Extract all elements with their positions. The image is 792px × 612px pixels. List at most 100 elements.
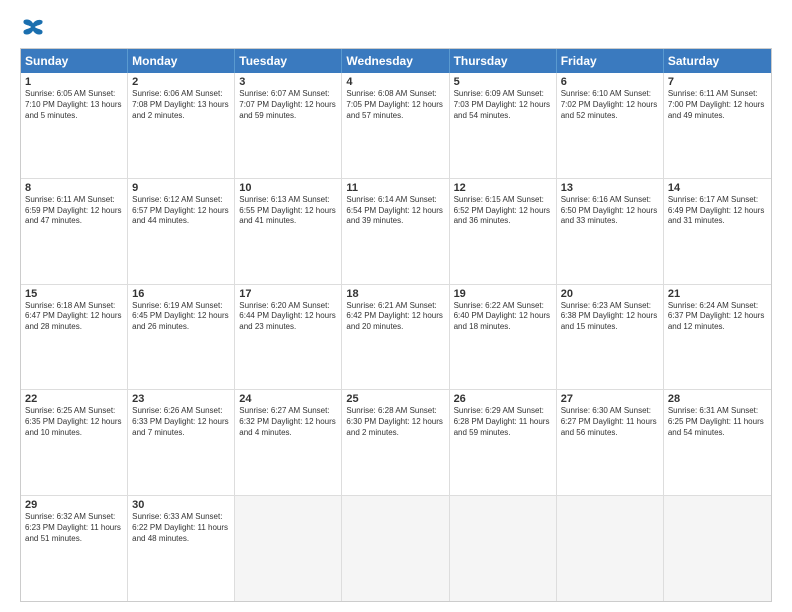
day-number: 13: [561, 182, 659, 194]
day-info: Sunrise: 6:23 AM Sunset: 6:38 PM Dayligh…: [561, 301, 659, 333]
day-cell-23: 23Sunrise: 6:26 AM Sunset: 6:33 PM Dayli…: [128, 390, 235, 495]
day-cell-13: 13Sunrise: 6:16 AM Sunset: 6:50 PM Dayli…: [557, 179, 664, 284]
calendar-week-1: 1Sunrise: 6:05 AM Sunset: 7:10 PM Daylig…: [21, 73, 771, 178]
day-cell-1: 1Sunrise: 6:05 AM Sunset: 7:10 PM Daylig…: [21, 73, 128, 178]
day-number: 15: [25, 288, 123, 300]
day-number: 22: [25, 393, 123, 405]
empty-cell: [235, 496, 342, 601]
day-info: Sunrise: 6:18 AM Sunset: 6:47 PM Dayligh…: [25, 301, 123, 333]
day-number: 26: [454, 393, 552, 405]
day-info: Sunrise: 6:16 AM Sunset: 6:50 PM Dayligh…: [561, 195, 659, 227]
header: [20, 16, 772, 38]
day-cell-18: 18Sunrise: 6:21 AM Sunset: 6:42 PM Dayli…: [342, 285, 449, 390]
day-cell-8: 8Sunrise: 6:11 AM Sunset: 6:59 PM Daylig…: [21, 179, 128, 284]
day-number: 1: [25, 76, 123, 88]
day-number: 6: [561, 76, 659, 88]
logo-bird-icon: [22, 16, 44, 38]
empty-cell: [450, 496, 557, 601]
day-cell-17: 17Sunrise: 6:20 AM Sunset: 6:44 PM Dayli…: [235, 285, 342, 390]
logo: [20, 16, 44, 38]
day-number: 17: [239, 288, 337, 300]
calendar-week-2: 8Sunrise: 6:11 AM Sunset: 6:59 PM Daylig…: [21, 178, 771, 284]
empty-cell: [557, 496, 664, 601]
day-cell-14: 14Sunrise: 6:17 AM Sunset: 6:49 PM Dayli…: [664, 179, 771, 284]
day-info: Sunrise: 6:24 AM Sunset: 6:37 PM Dayligh…: [668, 301, 767, 333]
day-info: Sunrise: 6:09 AM Sunset: 7:03 PM Dayligh…: [454, 89, 552, 121]
day-number: 8: [25, 182, 123, 194]
day-cell-26: 26Sunrise: 6:29 AM Sunset: 6:28 PM Dayli…: [450, 390, 557, 495]
day-number: 11: [346, 182, 444, 194]
day-cell-19: 19Sunrise: 6:22 AM Sunset: 6:40 PM Dayli…: [450, 285, 557, 390]
day-number: 10: [239, 182, 337, 194]
day-info: Sunrise: 6:28 AM Sunset: 6:30 PM Dayligh…: [346, 406, 444, 438]
day-cell-30: 30Sunrise: 6:33 AM Sunset: 6:22 PM Dayli…: [128, 496, 235, 601]
day-cell-3: 3Sunrise: 6:07 AM Sunset: 7:07 PM Daylig…: [235, 73, 342, 178]
header-day-friday: Friday: [557, 49, 664, 73]
day-cell-28: 28Sunrise: 6:31 AM Sunset: 6:25 PM Dayli…: [664, 390, 771, 495]
day-cell-21: 21Sunrise: 6:24 AM Sunset: 6:37 PM Dayli…: [664, 285, 771, 390]
header-day-wednesday: Wednesday: [342, 49, 449, 73]
day-number: 7: [668, 76, 767, 88]
day-info: Sunrise: 6:14 AM Sunset: 6:54 PM Dayligh…: [346, 195, 444, 227]
page: SundayMondayTuesdayWednesdayThursdayFrid…: [0, 0, 792, 612]
day-cell-6: 6Sunrise: 6:10 AM Sunset: 7:02 PM Daylig…: [557, 73, 664, 178]
day-info: Sunrise: 6:26 AM Sunset: 6:33 PM Dayligh…: [132, 406, 230, 438]
day-number: 19: [454, 288, 552, 300]
header-day-tuesday: Tuesday: [235, 49, 342, 73]
empty-cell: [342, 496, 449, 601]
day-info: Sunrise: 6:08 AM Sunset: 7:05 PM Dayligh…: [346, 89, 444, 121]
day-number: 3: [239, 76, 337, 88]
day-number: 21: [668, 288, 767, 300]
day-info: Sunrise: 6:07 AM Sunset: 7:07 PM Dayligh…: [239, 89, 337, 121]
day-info: Sunrise: 6:30 AM Sunset: 6:27 PM Dayligh…: [561, 406, 659, 438]
day-cell-2: 2Sunrise: 6:06 AM Sunset: 7:08 PM Daylig…: [128, 73, 235, 178]
day-info: Sunrise: 6:10 AM Sunset: 7:02 PM Dayligh…: [561, 89, 659, 121]
day-info: Sunrise: 6:11 AM Sunset: 7:00 PM Dayligh…: [668, 89, 767, 121]
day-info: Sunrise: 6:05 AM Sunset: 7:10 PM Dayligh…: [25, 89, 123, 121]
day-number: 5: [454, 76, 552, 88]
day-info: Sunrise: 6:06 AM Sunset: 7:08 PM Dayligh…: [132, 89, 230, 121]
calendar-body: 1Sunrise: 6:05 AM Sunset: 7:10 PM Daylig…: [21, 73, 771, 601]
header-day-sunday: Sunday: [21, 49, 128, 73]
day-cell-9: 9Sunrise: 6:12 AM Sunset: 6:57 PM Daylig…: [128, 179, 235, 284]
day-cell-16: 16Sunrise: 6:19 AM Sunset: 6:45 PM Dayli…: [128, 285, 235, 390]
day-cell-25: 25Sunrise: 6:28 AM Sunset: 6:30 PM Dayli…: [342, 390, 449, 495]
empty-cell: [664, 496, 771, 601]
day-cell-10: 10Sunrise: 6:13 AM Sunset: 6:55 PM Dayli…: [235, 179, 342, 284]
day-cell-12: 12Sunrise: 6:15 AM Sunset: 6:52 PM Dayli…: [450, 179, 557, 284]
day-number: 12: [454, 182, 552, 194]
day-cell-29: 29Sunrise: 6:32 AM Sunset: 6:23 PM Dayli…: [21, 496, 128, 601]
day-info: Sunrise: 6:22 AM Sunset: 6:40 PM Dayligh…: [454, 301, 552, 333]
day-number: 23: [132, 393, 230, 405]
calendar-week-3: 15Sunrise: 6:18 AM Sunset: 6:47 PM Dayli…: [21, 284, 771, 390]
day-info: Sunrise: 6:17 AM Sunset: 6:49 PM Dayligh…: [668, 195, 767, 227]
day-info: Sunrise: 6:27 AM Sunset: 6:32 PM Dayligh…: [239, 406, 337, 438]
day-cell-15: 15Sunrise: 6:18 AM Sunset: 6:47 PM Dayli…: [21, 285, 128, 390]
day-cell-20: 20Sunrise: 6:23 AM Sunset: 6:38 PM Dayli…: [557, 285, 664, 390]
day-info: Sunrise: 6:31 AM Sunset: 6:25 PM Dayligh…: [668, 406, 767, 438]
day-number: 20: [561, 288, 659, 300]
day-number: 18: [346, 288, 444, 300]
day-info: Sunrise: 6:29 AM Sunset: 6:28 PM Dayligh…: [454, 406, 552, 438]
header-day-thursday: Thursday: [450, 49, 557, 73]
day-info: Sunrise: 6:19 AM Sunset: 6:45 PM Dayligh…: [132, 301, 230, 333]
calendar-week-5: 29Sunrise: 6:32 AM Sunset: 6:23 PM Dayli…: [21, 495, 771, 601]
day-info: Sunrise: 6:13 AM Sunset: 6:55 PM Dayligh…: [239, 195, 337, 227]
calendar-header: SundayMondayTuesdayWednesdayThursdayFrid…: [21, 49, 771, 73]
day-info: Sunrise: 6:32 AM Sunset: 6:23 PM Dayligh…: [25, 512, 123, 544]
day-cell-4: 4Sunrise: 6:08 AM Sunset: 7:05 PM Daylig…: [342, 73, 449, 178]
day-info: Sunrise: 6:12 AM Sunset: 6:57 PM Dayligh…: [132, 195, 230, 227]
header-day-monday: Monday: [128, 49, 235, 73]
day-number: 2: [132, 76, 230, 88]
day-number: 24: [239, 393, 337, 405]
day-number: 16: [132, 288, 230, 300]
day-cell-5: 5Sunrise: 6:09 AM Sunset: 7:03 PM Daylig…: [450, 73, 557, 178]
day-info: Sunrise: 6:25 AM Sunset: 6:35 PM Dayligh…: [25, 406, 123, 438]
header-day-saturday: Saturday: [664, 49, 771, 73]
day-number: 25: [346, 393, 444, 405]
calendar-week-4: 22Sunrise: 6:25 AM Sunset: 6:35 PM Dayli…: [21, 389, 771, 495]
calendar: SundayMondayTuesdayWednesdayThursdayFrid…: [20, 48, 772, 602]
day-number: 29: [25, 499, 123, 511]
day-number: 14: [668, 182, 767, 194]
day-cell-27: 27Sunrise: 6:30 AM Sunset: 6:27 PM Dayli…: [557, 390, 664, 495]
